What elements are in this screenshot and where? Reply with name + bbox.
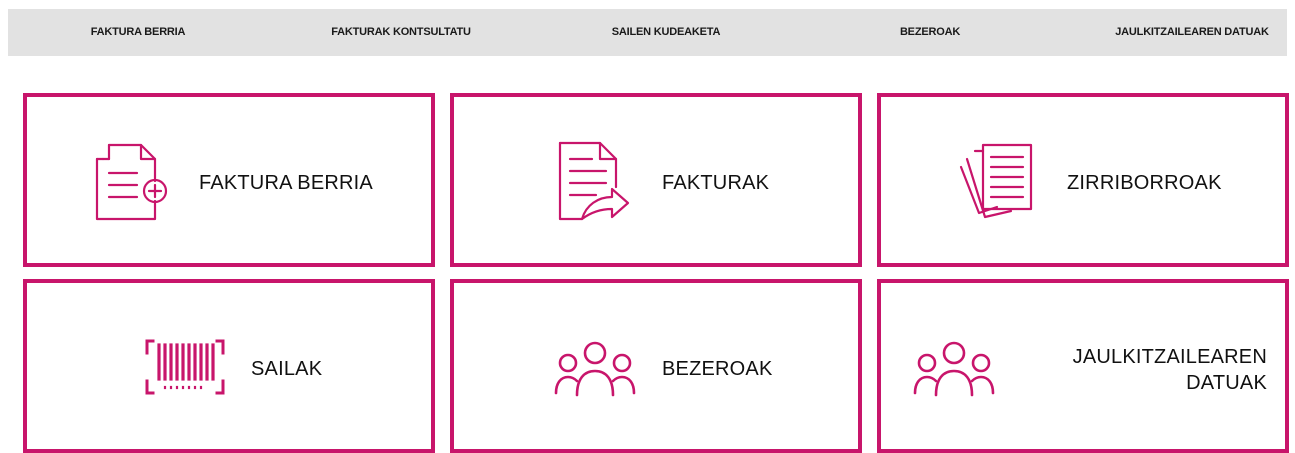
card-label: SAILAK bbox=[251, 358, 323, 380]
barcode-icon bbox=[143, 335, 227, 399]
new-invoice-icon bbox=[93, 141, 171, 223]
nav-item-faktura-berria[interactable]: FAKTURA BERRIA bbox=[91, 9, 186, 56]
nav-item-sailen-kudeaketa[interactable]: SAILEN KUDEAKETA bbox=[612, 9, 721, 56]
card-label: FAKTURAK bbox=[662, 172, 770, 194]
nav-item-bezeroak[interactable]: BEZEROAK bbox=[900, 9, 960, 56]
card-label: JAULKITZAILEAREN DATUAK bbox=[1072, 346, 1267, 394]
card-label: FAKTURA BERRIA bbox=[199, 172, 373, 194]
card-fakturak[interactable]: FAKTURAK bbox=[450, 93, 862, 267]
invoice-send-icon bbox=[556, 139, 634, 223]
card-label: ZIRRIBORROAK bbox=[1067, 172, 1222, 194]
nav-item-jaulkitzailearen-datuak[interactable]: JAULKITZAILEAREN DATUAK bbox=[1115, 9, 1269, 56]
drafts-icon bbox=[957, 141, 1041, 221]
customers-icon bbox=[552, 339, 638, 397]
card-bezeroak[interactable]: BEZEROAK bbox=[450, 279, 862, 453]
top-navigation: FAKTURA BERRIA FAKTURAK KONTSULTATU SAIL… bbox=[8, 9, 1287, 56]
card-faktura-berria[interactable]: FAKTURA BERRIA bbox=[23, 93, 435, 267]
card-label: BEZEROAK bbox=[662, 358, 773, 380]
card-sailak[interactable]: SAILAK bbox=[23, 279, 435, 453]
nav-item-fakturak-kontsultatu[interactable]: FAKTURAK KONTSULTATU bbox=[331, 9, 471, 56]
card-zirriborroak[interactable]: ZIRRIBORROAK bbox=[877, 93, 1289, 267]
card-jaulkitzailearen-datuak[interactable]: JAULKITZAILEAREN DATUAK bbox=[877, 279, 1289, 453]
issuer-people-icon bbox=[911, 339, 997, 397]
